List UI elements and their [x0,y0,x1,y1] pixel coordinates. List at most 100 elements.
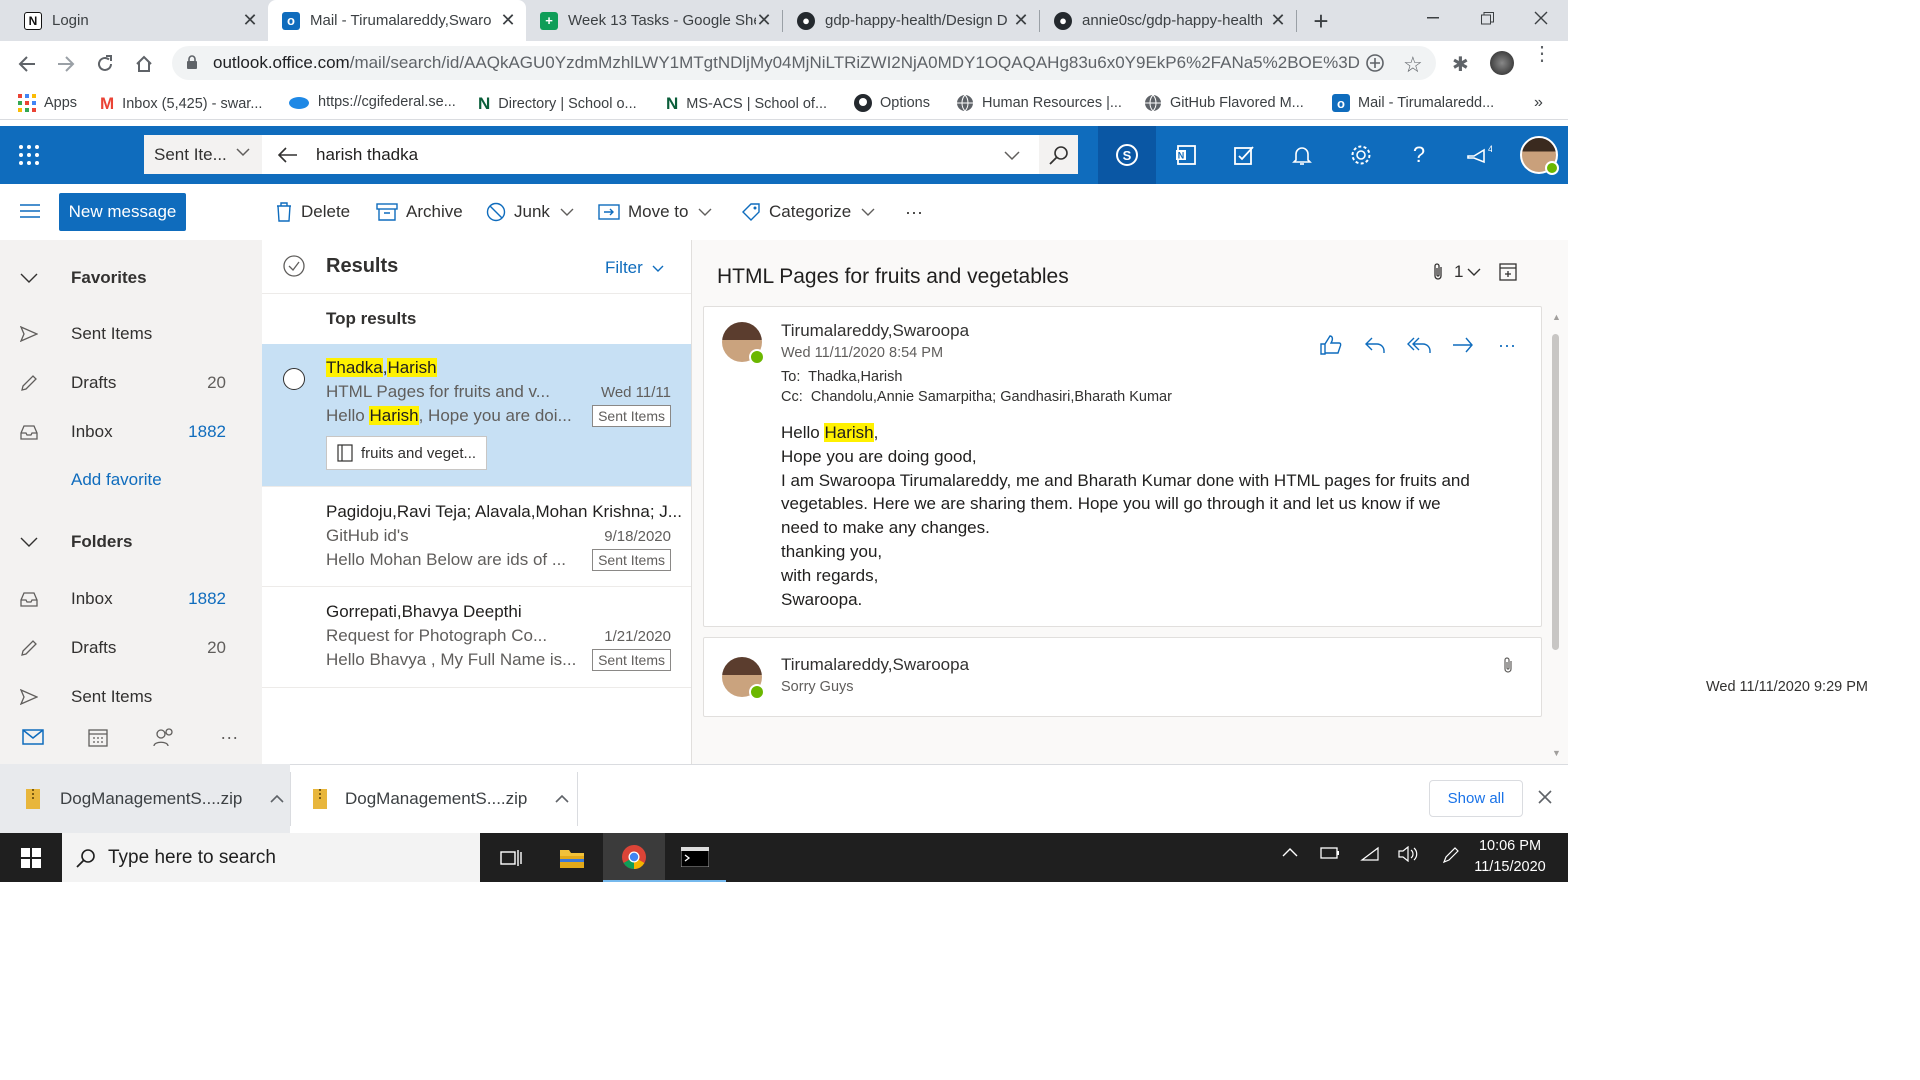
bookmark-apps[interactable]: Apps [18,94,77,112]
feedback-icon[interactable]: 4 [1450,126,1508,184]
sender-name[interactable]: Tirumalareddy,Swaroopa [781,655,969,675]
profile-avatar[interactable] [1490,51,1514,75]
mail-icon[interactable] [0,710,66,764]
new-message-button[interactable]: New message [59,193,186,231]
search-icon[interactable] [1039,135,1078,174]
open-in-new-window-icon[interactable] [1499,263,1517,281]
close-icon[interactable] [1538,790,1552,804]
back-arrow-icon[interactable] [278,146,298,163]
select-radio[interactable] [283,368,305,390]
new-tab-button[interactable]: + [1308,6,1334,36]
search-box[interactable] [262,135,1078,174]
reading-pane-scrollbar[interactable] [1552,334,1559,650]
filter-button[interactable]: Filter [605,258,664,278]
url-text[interactable]: outlook.office.com/mail/search/id/AAQkAG… [213,53,1360,73]
show-hidden-icons-icon[interactable] [1282,846,1298,858]
reply-icon[interactable] [1362,332,1388,358]
forward-button[interactable] [51,49,81,79]
tab-mail[interactable]: o Mail - Tirumalareddy,Swaro ✕ [268,0,526,41]
scroll-down-icon[interactable]: ▼ [1552,748,1561,758]
list-item[interactable]: Pagidoju,Ravi Teja; Alavala,Mohan Krishn… [262,487,691,587]
close-window-button[interactable] [1514,0,1568,36]
tab-sheets[interactable]: + Week 13 Tasks - Google She ✕ [526,0,782,41]
windows-start-icon[interactable] [0,833,62,882]
extensions-icon[interactable]: ✱ [1452,52,1469,77]
bookmark-cgifederal[interactable]: https://cgifederal.se... [288,94,456,110]
search-input[interactable] [316,144,996,165]
chevron-down-icon[interactable] [1004,147,1020,163]
people-icon[interactable] [131,710,197,764]
battery-icon[interactable] [1320,846,1340,860]
terminal-icon[interactable] [664,833,726,882]
sender-avatar[interactable] [722,322,765,365]
more-apps-icon[interactable]: ··· [197,710,263,764]
install-app-icon[interactable] [1365,53,1385,73]
chrome-icon[interactable] [603,833,665,882]
select-all-checkbox[interactable] [283,255,305,277]
nav-favorite-sent-items[interactable]: Sent Items [0,312,262,356]
bookmark-msacs[interactable]: N MS-ACS | School of... [666,94,827,114]
file-explorer-icon[interactable] [541,833,603,882]
archive-button[interactable]: Archive [376,198,463,226]
chevron-up-icon[interactable] [270,794,284,804]
bookmark-star-icon[interactable]: ☆ [1403,52,1423,78]
tab-github-repo[interactable]: ● annie0sc/gdp-happy-health ✕ [1040,0,1296,41]
bookmark-mail[interactable]: o Mail - Tirumalaredd... [1332,94,1494,112]
chrome-menu-icon[interactable]: ⋮ [1532,44,1552,64]
bookmark-gfm[interactable]: GitHub Flavored M... [1144,94,1304,112]
home-button[interactable] [129,49,159,79]
show-all-button[interactable]: Show all [1429,780,1523,817]
close-icon[interactable]: ✕ [756,10,772,30]
pen-icon[interactable] [1442,846,1460,864]
help-icon[interactable]: ? [1390,126,1448,184]
message-card-collapsed[interactable] [703,637,1542,717]
nav-folder-drafts[interactable]: Drafts 20 [0,626,262,670]
attachment-chip[interactable]: fruits and veget... [326,436,487,470]
bookmark-options[interactable]: Options [854,94,930,112]
move-to-button[interactable]: Move to [598,198,712,226]
more-actions-button[interactable]: ··· [905,198,923,226]
bookmark-gmail[interactable]: M Inbox (5,425) - swar... [100,94,262,114]
nav-favorite-drafts[interactable]: Drafts 20 [0,361,262,405]
download-item[interactable]: DogManagementS....zip [291,764,577,833]
close-icon[interactable]: ✕ [1270,10,1286,30]
close-icon[interactable]: ✕ [242,10,258,30]
categorize-button[interactable]: Categorize [741,198,875,226]
restore-button[interactable] [1460,0,1514,36]
app-launcher-icon[interactable] [18,144,40,166]
reload-button[interactable] [90,49,120,79]
forward-icon[interactable] [1450,332,1476,358]
wifi-icon[interactable] [1360,846,1380,862]
hamburger-icon[interactable] [20,204,40,218]
more-icon[interactable]: ··· [1494,332,1520,358]
attachments-toggle[interactable]: 1 [1432,262,1481,282]
reply-all-icon[interactable] [1406,332,1432,358]
task-view-icon[interactable] [480,833,542,882]
like-icon[interactable] [1318,332,1344,358]
skype-icon[interactable]: S [1098,126,1156,184]
system-clock[interactable]: 10:06 PM 11/15/2020 [1465,836,1555,878]
onenote-icon[interactable]: N [1157,126,1215,184]
user-avatar[interactable] [1520,136,1559,175]
add-favorite-link[interactable]: Add favorite [71,470,162,490]
sender-avatar[interactable] [722,657,765,700]
favorites-header[interactable]: Favorites [0,256,262,300]
tab-github-design[interactable]: ● gdp-happy-health/Design D ✕ [783,0,1039,41]
minimize-button[interactable] [1406,0,1460,36]
bookmark-directory[interactable]: N Directory | School o... [478,94,637,114]
folders-header[interactable]: Folders [0,520,262,564]
bookmarks-overflow-icon[interactable]: » [1534,94,1543,112]
gear-icon[interactable] [1332,126,1390,184]
sender-name[interactable]: Tirumalareddy,Swaroopa [781,321,969,341]
scroll-up-icon[interactable]: ▲ [1552,312,1561,322]
taskbar-search[interactable]: Type here to search [62,833,480,882]
back-button[interactable] [12,49,42,79]
junk-button[interactable]: Junk [486,198,574,226]
todo-icon[interactable] [1215,126,1273,184]
chevron-down-icon[interactable] [861,207,875,217]
close-icon[interactable]: ✕ [1013,10,1029,30]
chevron-up-icon[interactable] [555,794,569,804]
download-item[interactable]: DogManagementS....zip [0,764,290,833]
bookmark-hr[interactable]: Human Resources |... [956,94,1122,112]
close-icon[interactable]: ✕ [500,10,516,30]
